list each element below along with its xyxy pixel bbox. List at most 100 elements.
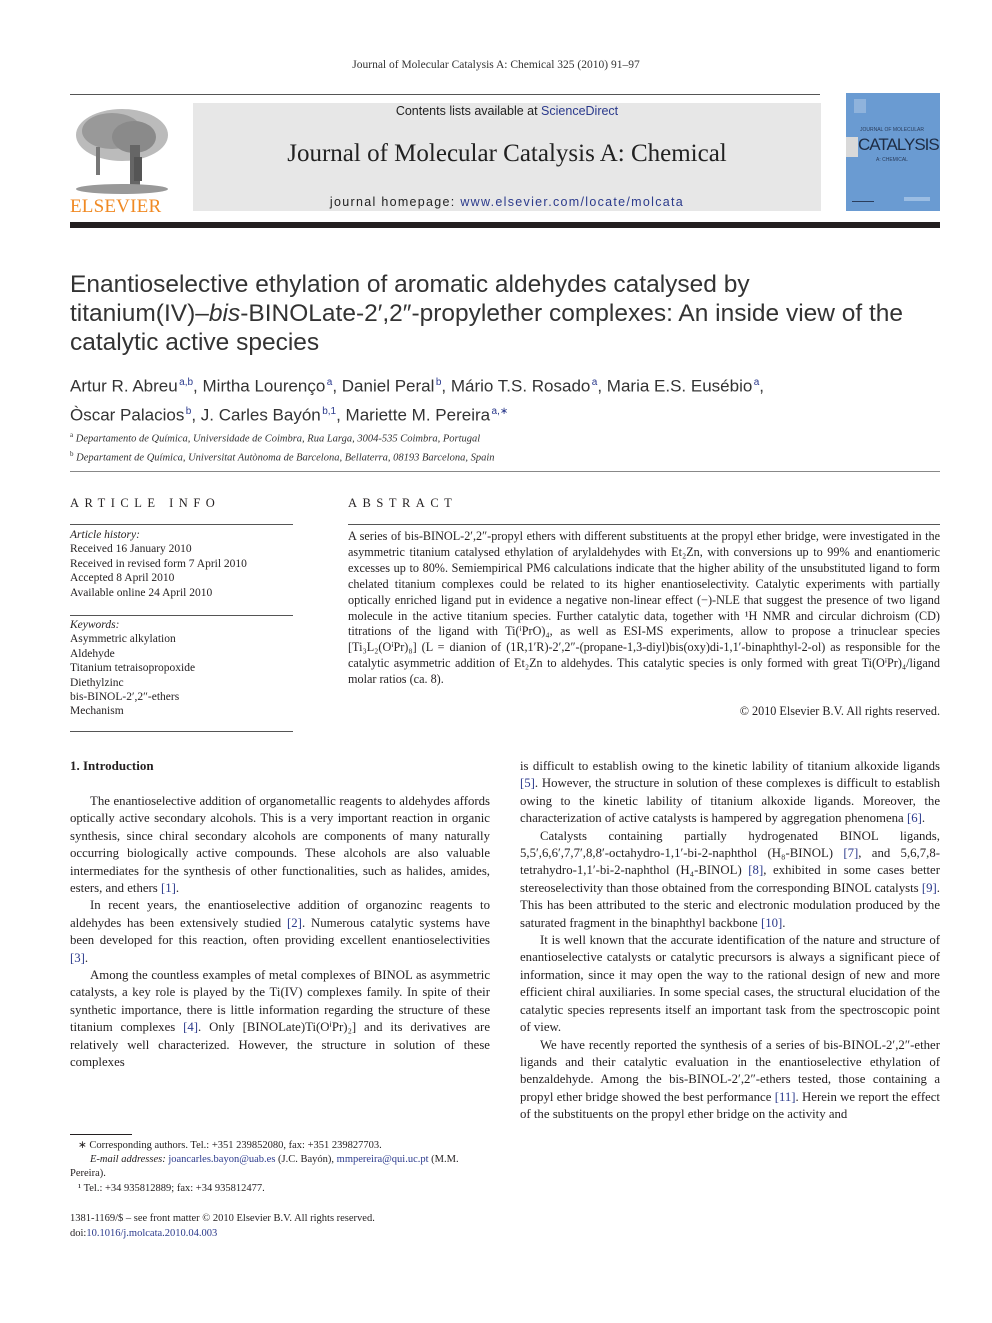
elsevier-logo-text[interactable]: ELSEVIER bbox=[70, 196, 174, 218]
title-line-2a: titanium(IV)– bbox=[70, 300, 209, 327]
author: Mirtha Lourenço bbox=[202, 376, 326, 396]
paragraph-text: . However, the structure in solution of … bbox=[520, 776, 940, 826]
keyword-item: Titanium tetraisopropoxide bbox=[70, 662, 196, 675]
running-head: Journal of Molecular Catalysis A: Chemic… bbox=[352, 59, 640, 71]
history-item: Received in revised form 7 April 2010 bbox=[70, 557, 247, 570]
homepage-line: journal homepage: www.elsevier.com/locat… bbox=[193, 195, 821, 209]
title-line-1: Enantioselective ethylation of aromatic … bbox=[70, 271, 750, 298]
footnotes: ∗ Corresponding authors. Tel.: +351 2398… bbox=[70, 1139, 490, 1196]
paragraph: In recent years, the enantioselective ad… bbox=[70, 897, 490, 967]
history-item: Available online 24 April 2010 bbox=[70, 586, 213, 599]
title-line-2c: -BINOLate-2′,2″-propylether complexes: A… bbox=[240, 300, 904, 327]
paragraph-text: The enantioselective addition of organom… bbox=[70, 794, 490, 896]
paragraph-text: . bbox=[921, 811, 926, 826]
history-item: Received 16 January 2010 bbox=[70, 543, 192, 556]
author-affiliation-mark[interactable]: b bbox=[436, 377, 442, 388]
paragraph: The enantioselective addition of organom… bbox=[70, 793, 490, 897]
paragraph: Catalysts containing partially hydrogena… bbox=[520, 828, 940, 932]
abstract-rule bbox=[348, 524, 940, 525]
author-affiliation-mark[interactable]: a bbox=[327, 377, 333, 388]
issn-line: 1381-1169/$ – see front matter © 2010 El… bbox=[70, 1213, 375, 1224]
keyword-item: Asymmetric alkylation bbox=[70, 633, 176, 646]
homepage-prefix: journal homepage: bbox=[329, 195, 461, 209]
affiliation-mark: a bbox=[70, 431, 74, 439]
info-rule bbox=[70, 731, 293, 732]
elsevier-tree-logo-icon bbox=[76, 109, 168, 194]
section-heading-introduction: 1. Introduction bbox=[70, 758, 154, 773]
affiliation-text: Departament de Química, Universitat Autò… bbox=[76, 452, 495, 463]
abstract-copyright: © 2010 Elsevier B.V. All rights reserved… bbox=[739, 704, 940, 718]
author: Daniel Peral bbox=[341, 376, 435, 396]
keyword-item: Aldehyde bbox=[70, 647, 115, 660]
citation-link[interactable]: [4] bbox=[183, 1020, 198, 1034]
footnote-rule bbox=[70, 1134, 132, 1135]
contents-prefix: Contents lists available at bbox=[395, 104, 542, 118]
keywords: Keywords: Asymmetric alkylation Aldehyde… bbox=[70, 618, 300, 719]
citation-link[interactable]: [2] bbox=[287, 916, 302, 930]
email-footnote: E-mail addresses: joancarles.bayon@uab.e… bbox=[70, 1153, 490, 1181]
paragraph: It is well known that the accurate ident… bbox=[520, 932, 940, 1036]
email-owner: (J.C. Bayón), bbox=[275, 1154, 337, 1166]
masthead-bar bbox=[70, 222, 940, 228]
author-affiliation-mark[interactable]: a bbox=[592, 377, 598, 388]
citation-link[interactable]: [6] bbox=[907, 811, 922, 825]
email-label: E-mail addresses: bbox=[90, 1154, 166, 1166]
journal-title: Journal of Molecular Catalysis A: Chemic… bbox=[287, 140, 727, 167]
cover-big-title: CATALYSIS bbox=[858, 135, 940, 154]
title-line-2b: bis bbox=[208, 300, 241, 327]
sciencedirect-link[interactable]: ScienceDirect bbox=[541, 104, 618, 118]
email-link[interactable]: joancarles.bayon@uab.es bbox=[168, 1154, 275, 1165]
cover-letter-block bbox=[846, 137, 858, 157]
abstract-text: A series of bis-BINOL-2′,2″-propyl ether… bbox=[348, 529, 940, 687]
column-left: The enantioselective addition of organom… bbox=[70, 793, 490, 1072]
paragraph-text: . bbox=[782, 915, 786, 930]
contents-line: Contents lists available at ScienceDirec… bbox=[193, 104, 821, 118]
article-history: Article history: Received 16 January 201… bbox=[70, 528, 300, 600]
homepage-link[interactable]: www.elsevier.com/locate/molcata bbox=[460, 195, 684, 209]
paragraph-text: . bbox=[84, 950, 89, 965]
keyword-item: Mechanism bbox=[70, 705, 124, 718]
doi-line: doi:10.1016/j.molcata.2010.04.003 bbox=[70, 1226, 490, 1241]
cover-small-title: JOURNAL OF MOLECULAR bbox=[860, 127, 924, 133]
author-affiliation-mark[interactable]: a bbox=[754, 377, 760, 388]
paragraph: is difficult to establish owing to the k… bbox=[520, 758, 940, 828]
abstract-heading: ABSTRACT bbox=[348, 496, 458, 510]
cover-subtitle: A: CHEMICAL bbox=[876, 157, 908, 163]
doi-link[interactable]: 10.1016/j.molcata.2010.04.003 bbox=[86, 1228, 217, 1239]
front-matter: 1381-1169/$ – see front matter © 2010 El… bbox=[70, 1211, 490, 1241]
author: Òscar Palacios bbox=[70, 405, 185, 425]
author-affiliation-mark[interactable]: a,∗ bbox=[492, 406, 509, 417]
citation-link[interactable]: [11] bbox=[775, 1090, 796, 1104]
journal-cover-image[interactable]: JOURNAL OF MOLECULAR CATALYSIS A: CHEMIC… bbox=[846, 93, 940, 211]
affiliations: a Departamento de Química, Universidade … bbox=[70, 428, 950, 465]
keyword-item: bis-BINOL-2′,2″-ethers bbox=[70, 691, 180, 704]
paragraph-text: . bbox=[175, 881, 180, 896]
paragraph: We have recently reported the synthesis … bbox=[520, 1037, 940, 1124]
keyword-item: Diethylzinc bbox=[70, 676, 124, 689]
title-line-3: catalytic active species bbox=[70, 329, 320, 356]
author-list: Artur R. Abreu a,b, Mirtha Lourenço a, D… bbox=[70, 376, 765, 425]
citation-link[interactable]: [8] bbox=[748, 863, 763, 877]
top-rule bbox=[70, 94, 820, 95]
email-link[interactable]: mmpereira@qui.uc.pt bbox=[337, 1154, 429, 1165]
info-rule bbox=[70, 615, 293, 616]
citation-link[interactable]: [3] bbox=[70, 951, 85, 965]
affiliation-b: b Departament de Química, Universitat Au… bbox=[70, 447, 950, 466]
corresponding-footnote: ∗ Corresponding authors. Tel.: +351 2398… bbox=[78, 1140, 382, 1151]
author-affiliation-mark[interactable]: b bbox=[186, 406, 192, 417]
paragraph: Among the countless examples of metal co… bbox=[70, 967, 490, 1071]
citation-link[interactable]: [10] bbox=[761, 916, 782, 930]
citation-link[interactable]: [5] bbox=[520, 776, 535, 790]
author-affiliation-mark[interactable]: b,1 bbox=[322, 406, 336, 417]
history-label: Article history: bbox=[70, 529, 140, 541]
section-rule bbox=[70, 471, 940, 472]
citation-link[interactable]: [1] bbox=[161, 881, 176, 895]
history-item: Accepted 8 April 2010 bbox=[70, 572, 175, 585]
footnote-1: ¹ Tel.: +34 935812889; fax: +34 93581247… bbox=[78, 1182, 265, 1194]
author: Artur R. Abreu bbox=[70, 376, 178, 396]
citation-link[interactable]: [7] bbox=[843, 846, 858, 860]
affiliation-mark: b bbox=[70, 449, 74, 458]
citation-link[interactable]: [9] bbox=[922, 881, 937, 895]
author: Maria E.S. Eusébio bbox=[606, 376, 753, 396]
author-affiliation-mark[interactable]: a,b bbox=[179, 377, 193, 388]
